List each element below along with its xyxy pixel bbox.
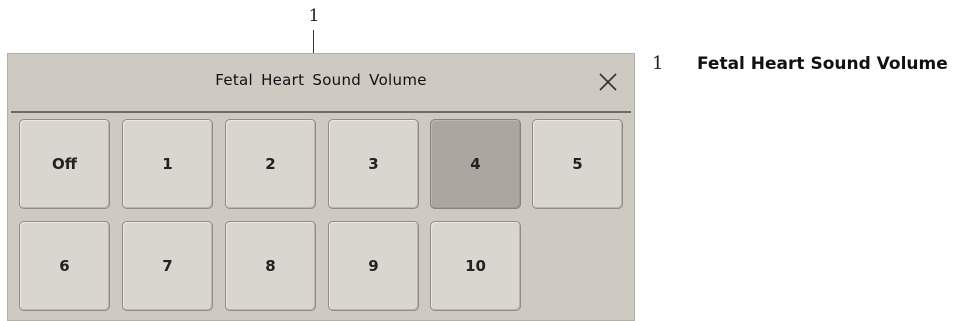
legend-number: 1: [652, 53, 664, 74]
volume-option-4[interactable]: 4: [430, 119, 521, 209]
close-icon: [599, 73, 617, 91]
dialog-header: Fetal Heart Sound Volume: [8, 54, 634, 110]
volume-option-5[interactable]: 5: [532, 119, 623, 209]
volume-option-8[interactable]: 8: [225, 221, 316, 311]
volume-option-1[interactable]: 1: [122, 119, 213, 209]
volume-option-3[interactable]: 3: [328, 119, 419, 209]
volume-option-10[interactable]: 10: [430, 221, 521, 311]
volume-option-off[interactable]: Off: [19, 119, 110, 209]
dialog-title: Fetal Heart Sound Volume: [215, 71, 427, 89]
callout-number: 1: [308, 6, 320, 26]
volume-dialog: Fetal Heart Sound Volume Off 1 2 3 4 5 6…: [7, 53, 635, 321]
legend-text: Fetal Heart Sound Volume: [697, 54, 948, 74]
volume-option-6[interactable]: 6: [19, 221, 110, 311]
volume-option-7[interactable]: 7: [122, 221, 213, 311]
volume-option-2[interactable]: 2: [225, 119, 316, 209]
volume-option-9[interactable]: 9: [328, 221, 419, 311]
close-button[interactable]: [596, 70, 620, 94]
header-divider: [11, 111, 631, 113]
